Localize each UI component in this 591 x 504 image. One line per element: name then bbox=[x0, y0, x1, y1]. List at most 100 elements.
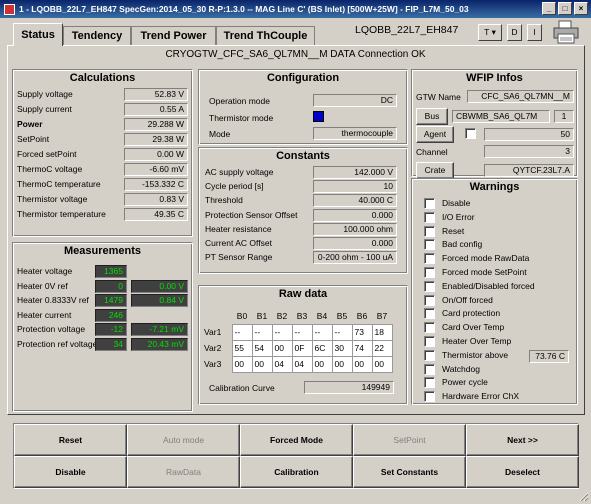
auto-mode-button[interactable]: Auto mode bbox=[127, 424, 240, 456]
raw-data-cell: 04 bbox=[291, 355, 313, 373]
warning-label: Enabled/Disabled forced bbox=[442, 280, 535, 291]
raw-data-row-label: Var1 bbox=[204, 327, 222, 337]
calc-value: 0.00 W bbox=[124, 148, 188, 161]
set-constants-button[interactable]: Set Constants bbox=[353, 456, 466, 488]
tab-status[interactable]: Status bbox=[13, 23, 63, 46]
warning-checkbox[interactable] bbox=[424, 211, 435, 223]
measurement-raw-value: 246 bbox=[95, 308, 127, 322]
reset-button[interactable]: Reset bbox=[14, 424, 127, 456]
measurement-label: Heater 0V ref bbox=[17, 280, 68, 291]
raw-data-cell: 54 bbox=[251, 339, 273, 357]
warning-checkbox[interactable] bbox=[424, 198, 435, 209]
connection-status: CRYOGTW_CFC_SA6_QL7MN__M DATA Connection… bbox=[165, 49, 426, 60]
raw-data-cell: 22 bbox=[371, 339, 393, 357]
warning-checkbox[interactable] bbox=[424, 349, 435, 361]
raw-data-column-header: B2 bbox=[276, 310, 288, 321]
crate-button[interactable]: Crate bbox=[416, 162, 454, 179]
warning-checkbox[interactable] bbox=[424, 253, 435, 265]
measurement-value: -7.21 mV bbox=[131, 323, 188, 337]
warning-label: On/Off forced bbox=[442, 294, 493, 305]
close-button[interactable]: × bbox=[574, 2, 588, 15]
bus-button[interactable]: Bus bbox=[416, 108, 448, 125]
warning-checkbox[interactable] bbox=[424, 294, 435, 306]
calc-value: 52.83 V bbox=[124, 88, 188, 101]
raw-data-cell: 30 bbox=[331, 339, 353, 357]
minimize-button[interactable]: _ bbox=[542, 2, 556, 15]
window-title: 1 - LQOBB_22L7_EH847 SpecGen:2014_05_30 … bbox=[19, 4, 469, 14]
disable-button[interactable]: Disable bbox=[14, 456, 127, 488]
raw-data-column-header: B6 bbox=[356, 310, 368, 321]
measurement-raw-value: 34 bbox=[95, 338, 127, 351]
constant-value: 100.000 ohm bbox=[313, 222, 397, 236]
calc-value: 29.288 W bbox=[124, 118, 188, 131]
warning-checkbox[interactable] bbox=[424, 377, 435, 389]
title-bar: 1 - LQOBB_22L7_EH847 SpecGen:2014_05_30 … bbox=[0, 0, 591, 18]
warning-checkbox[interactable] bbox=[424, 336, 435, 347]
warning-label: Hardware Error ChX bbox=[442, 391, 519, 402]
measurement-label: Heater 0.8333V ref bbox=[17, 295, 89, 306]
operation-mode-value: DC bbox=[313, 94, 397, 107]
t-dropdown-button[interactable]: T ▾ bbox=[478, 24, 502, 41]
setpoint-button[interactable]: SetPoint bbox=[353, 424, 466, 456]
mode-label: Mode bbox=[209, 129, 231, 139]
warning-label: Card protection bbox=[442, 308, 501, 319]
forced-mode-button[interactable]: Forced Mode bbox=[240, 424, 353, 456]
resize-grip-icon[interactable] bbox=[577, 490, 589, 502]
next-button[interactable]: Next >> bbox=[466, 424, 579, 456]
raw-data-column-header: B3 bbox=[296, 310, 308, 321]
calc-label: Thermistor voltage bbox=[17, 194, 88, 204]
wfip-infos-group: WFIP Infos GTW Name CFC_SA6_QL7MN__M Bus… bbox=[411, 69, 578, 179]
warning-label: Disable bbox=[442, 198, 471, 208]
constant-label: Protection Sensor Offset bbox=[205, 209, 298, 220]
warning-label: I/O Error bbox=[442, 211, 475, 222]
warning-label: Card Over Temp bbox=[442, 322, 505, 333]
tab-tendency[interactable]: Tendency bbox=[63, 26, 131, 45]
raw-data-cell: 00 bbox=[331, 355, 353, 373]
deselect-button[interactable]: Deselect bbox=[466, 456, 579, 488]
maximize-button[interactable]: □ bbox=[558, 2, 572, 15]
tab-trend-power[interactable]: Trend Power bbox=[131, 26, 216, 45]
measurements-group: Measurements Heater voltage 1365 Heater 0V… bbox=[12, 242, 193, 412]
calc-value: 29.38 W bbox=[124, 133, 188, 146]
warning-label: Reset bbox=[442, 225, 465, 236]
d-button[interactable]: D bbox=[507, 24, 522, 41]
table-row: Var2 55 54 00 0F 6C 30 74 22 bbox=[202, 339, 393, 357]
measurement-value: 0.00 V bbox=[131, 279, 188, 293]
measurement-raw-value: -12 bbox=[95, 323, 127, 337]
raw-data-cell: 0F bbox=[291, 339, 313, 357]
raw-data-row-label: Var2 bbox=[204, 343, 222, 353]
calc-label: Thermistor temperature bbox=[17, 209, 106, 219]
raw-data-cell: 00 bbox=[311, 355, 333, 373]
raw-data-title: Raw data bbox=[278, 288, 328, 300]
calc-label: ThermoC temperature bbox=[17, 179, 101, 189]
warning-label: Thermistor above bbox=[442, 349, 509, 360]
warning-checkbox[interactable] bbox=[424, 363, 435, 375]
printer-icon[interactable] bbox=[551, 19, 581, 45]
warning-checkbox[interactable] bbox=[424, 239, 435, 251]
measurement-label: Heater current bbox=[17, 309, 72, 320]
raw-data-cell: 00 bbox=[371, 355, 393, 373]
calc-label: Power bbox=[17, 119, 43, 129]
warning-checkbox[interactable] bbox=[424, 225, 435, 237]
warnings-group: Warnings Disable I/O Error Reset Bad config… bbox=[411, 178, 578, 405]
bus-value: CBWMB_SA6_QL7M bbox=[452, 110, 550, 123]
constant-value: 142.000 V bbox=[313, 166, 397, 179]
calc-label: SetPoint bbox=[17, 134, 50, 144]
warning-checkbox[interactable] bbox=[424, 267, 435, 278]
tab-trend-thcouple[interactable]: Trend ThCouple bbox=[216, 26, 315, 45]
calc-label: ThermoC voltage bbox=[17, 164, 83, 174]
raw-data-cell: -- bbox=[251, 323, 273, 341]
warning-checkbox[interactable] bbox=[424, 322, 435, 334]
warning-label: Heater Over Temp bbox=[442, 336, 512, 346]
calc-value: 0.55 A bbox=[124, 103, 188, 116]
calibration-button[interactable]: Calibration bbox=[240, 456, 353, 488]
calc-value: 49.35 C bbox=[124, 208, 188, 221]
warning-checkbox[interactable] bbox=[424, 308, 435, 320]
calc-value: -6.60 mV bbox=[124, 163, 188, 176]
warning-checkbox[interactable] bbox=[424, 391, 435, 403]
agent-button[interactable]: Agent bbox=[416, 126, 454, 143]
rawdata-button[interactable]: RawData bbox=[127, 456, 240, 488]
warning-checkbox[interactable] bbox=[424, 280, 435, 292]
agent-checkbox[interactable] bbox=[465, 128, 476, 139]
i-button[interactable]: I bbox=[527, 24, 542, 41]
